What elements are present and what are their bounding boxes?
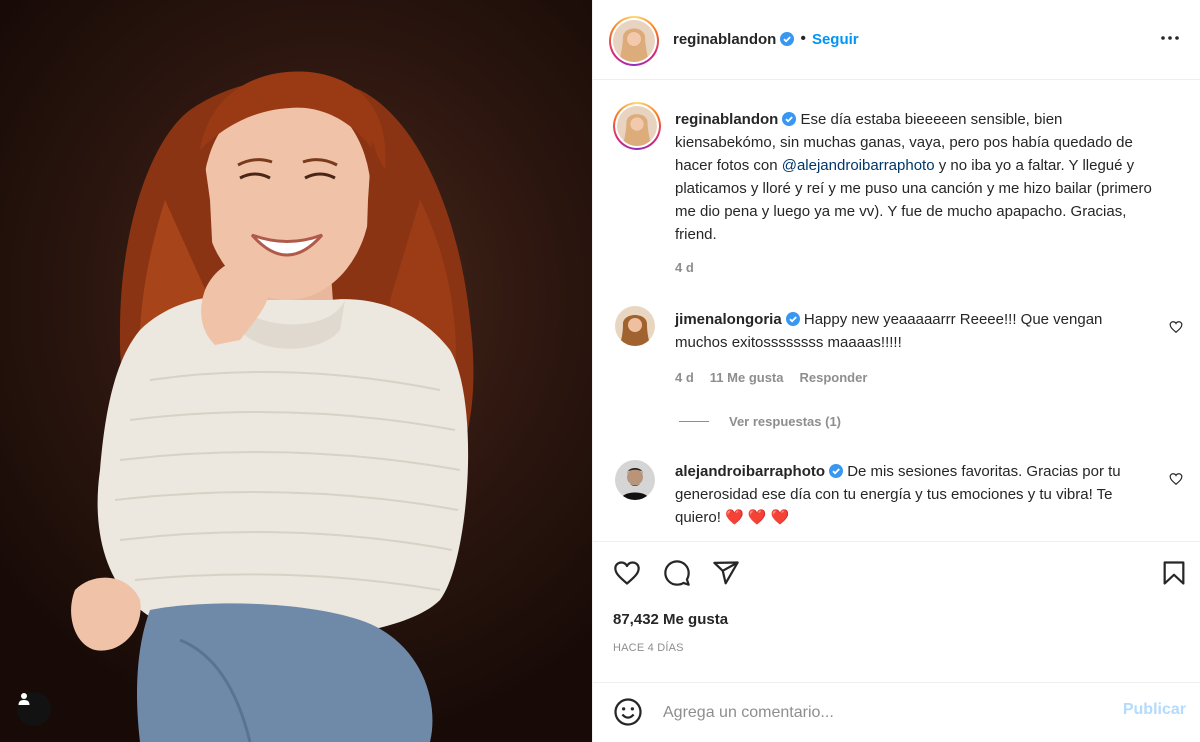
portrait-image	[71, 71, 474, 742]
author-avatar[interactable]	[609, 16, 659, 66]
comment-bubble-icon[interactable]	[663, 559, 691, 587]
likes-count[interactable]: 87,432 Me gusta	[613, 611, 728, 628]
post-date[interactable]: HACE 4 DÍAS	[613, 642, 684, 654]
caption-meta: 4 d	[675, 260, 710, 275]
post-header: reginablandon • Seguir	[593, 0, 1200, 80]
comment-avatar-image	[615, 306, 655, 346]
publish-button[interactable]: Publicar	[1123, 701, 1186, 719]
like-heart-icon[interactable]	[613, 559, 641, 587]
comment-author-username[interactable]: jimenalongoria	[675, 311, 782, 328]
post-photo[interactable]	[0, 0, 592, 742]
verified-badge-icon	[782, 112, 797, 126]
comment-composer: Publicar	[593, 682, 1200, 742]
mention-link[interactable]: @alejandroibarraphoto	[782, 157, 935, 174]
caption-author-avatar[interactable]	[613, 102, 661, 150]
tagged-users-button[interactable]	[17, 692, 51, 726]
heart-emojis: ❤️ ❤️ ❤️	[725, 509, 790, 526]
caption: reginablandon Ese día estaba bieeeeen se…	[613, 100, 1183, 300]
comment-author-username[interactable]: alejandroibarraphoto	[675, 463, 825, 480]
comments-list[interactable]: reginablandon Ese día estaba bieeeeen se…	[593, 80, 1200, 542]
comment-meta: 4 d 11 Me gusta Responder	[675, 370, 883, 385]
reply-button[interactable]: Responder	[800, 370, 868, 385]
comment-avatar[interactable]	[615, 460, 655, 500]
share-direct-icon[interactable]	[712, 559, 740, 587]
post-details-panel: reginablandon • Seguir reginablandon Ese…	[592, 0, 1200, 742]
caption-text: reginablandon Ese día estaba bieeeeen se…	[675, 108, 1165, 246]
comment-text: alejandroibarraphoto De mis sesiones fav…	[675, 460, 1155, 529]
comment-item: alejandroibarraphoto De mis sesiones fav…	[613, 460, 1183, 540]
author-username[interactable]: reginablandon	[673, 31, 776, 48]
verified-badge-icon	[780, 32, 795, 46]
comment-likes[interactable]: 11 Me gusta	[710, 370, 784, 385]
comment-text: jimenalongoria Happy new yeaaaaarrr Reee…	[675, 308, 1155, 354]
like-comment-icon[interactable]	[1169, 472, 1183, 486]
like-comment-icon[interactable]	[1169, 320, 1183, 334]
separator-dot: •	[800, 30, 806, 47]
more-options-icon[interactable]	[1158, 26, 1182, 50]
emoji-icon[interactable]	[613, 697, 643, 727]
comment-avatar-image	[615, 460, 655, 500]
follow-button[interactable]: Seguir	[812, 31, 859, 48]
replies-line	[679, 421, 709, 422]
post-actions: 87,432 Me gusta HACE 4 DÍAS	[593, 542, 1200, 692]
caption-age[interactable]: 4 d	[675, 260, 694, 275]
verified-badge-icon	[829, 464, 844, 478]
caption-author-username[interactable]: reginablandon	[675, 111, 778, 128]
save-bookmark-icon[interactable]	[1160, 559, 1188, 587]
comment-avatar[interactable]	[615, 306, 655, 346]
comment-input[interactable]	[661, 699, 1105, 727]
view-replies-label: Ver respuestas (1)	[729, 414, 842, 429]
comment-item: jimenalongoria Happy new yeaaaaarrr Reee…	[613, 306, 1183, 426]
verified-badge-icon	[785, 312, 800, 326]
author-avatar-image	[613, 20, 655, 62]
person-icon	[18, 693, 30, 705]
view-replies-button[interactable]: Ver respuestas (1)	[679, 414, 841, 429]
caption-avatar-image	[617, 106, 657, 146]
comment-age[interactable]: 4 d	[675, 370, 694, 385]
